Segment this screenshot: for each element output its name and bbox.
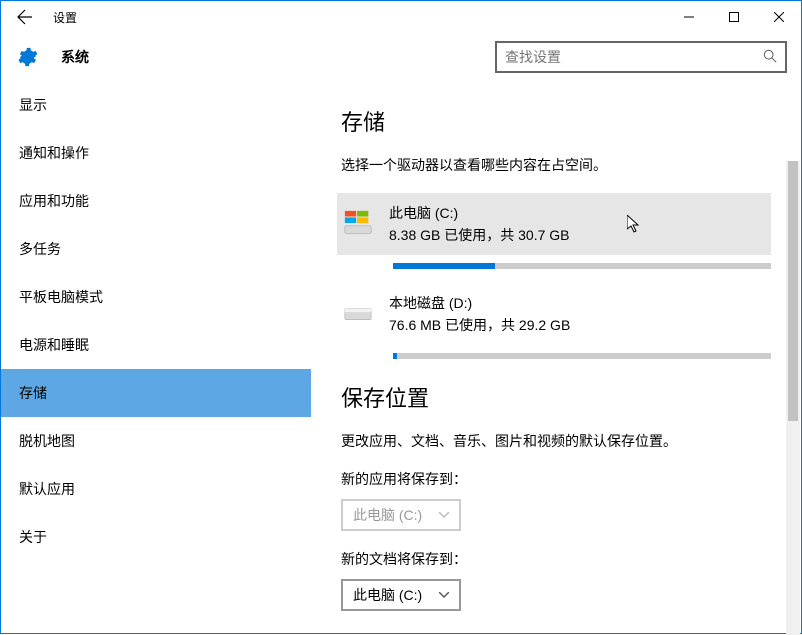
doc-save-dropdown[interactable]: 此电脑 (C:) (341, 579, 461, 611)
scrollbar-thumb[interactable] (788, 161, 798, 421)
drive-item-c[interactable]: 此电脑 (C:) 8.38 GB 已使用，共 30.7 GB (337, 193, 771, 255)
search-icon (763, 49, 777, 66)
storage-description: 选择一个驱动器以查看哪些内容在占空间。 (341, 155, 771, 175)
windows-drive-icon (341, 207, 375, 241)
scrollbar[interactable] (786, 161, 800, 635)
header: 系统 (1, 33, 801, 81)
save-location-description: 更改应用、文档、音乐、图片和视频的默认保存位置。 (341, 431, 771, 451)
sidebar-item[interactable]: 平板电脑模式 (1, 273, 311, 321)
back-button[interactable] (9, 1, 41, 33)
dropdown-value: 此电脑 (C:) (353, 585, 422, 605)
maximize-button[interactable] (711, 1, 756, 33)
sidebar-item[interactable]: 存储 (1, 369, 311, 417)
gear-icon (15, 45, 39, 69)
sidebar-item[interactable]: 脱机地图 (1, 417, 311, 465)
close-button[interactable] (756, 1, 801, 33)
app-save-label: 新的应用将保存到： (341, 469, 771, 489)
window-controls (666, 1, 801, 33)
drive-c-bar (393, 263, 771, 269)
sidebar-item[interactable]: 应用和功能 (1, 177, 311, 225)
save-location-heading: 保存位置 (341, 381, 771, 413)
section-title: 系统 (61, 47, 89, 67)
storage-heading: 存储 (341, 105, 771, 137)
window-title: 设置 (53, 9, 77, 26)
minimize-button[interactable] (666, 1, 711, 33)
dropdown-value: 此电脑 (C:) (353, 505, 422, 525)
content-pane: 存储 选择一个驱动器以查看哪些内容在占空间。 此电脑 (C:) 8.38 GB … (311, 81, 801, 635)
sidebar-item[interactable]: 电源和睡眠 (1, 321, 311, 369)
sidebar-item[interactable]: 通知和操作 (1, 129, 311, 177)
drive-d-bar (393, 353, 771, 359)
sidebar-item[interactable]: 多任务 (1, 225, 311, 273)
search-box[interactable] (495, 41, 787, 73)
search-input[interactable] (505, 49, 763, 65)
sidebar-item[interactable]: 默认应用 (1, 465, 311, 513)
doc-save-label: 新的文档将保存到： (341, 549, 771, 569)
drive-usage: 8.38 GB 已使用，共 30.7 GB (389, 225, 771, 245)
drive-icon (341, 297, 375, 331)
app-save-dropdown[interactable]: 此电脑 (C:) (341, 499, 461, 531)
drive-name: 此电脑 (C:) (389, 203, 771, 223)
chevron-down-icon (427, 510, 449, 521)
drive-name: 本地磁盘 (D:) (389, 293, 771, 313)
drive-item-d[interactable]: 本地磁盘 (D:) 76.6 MB 已使用，共 29.2 GB (337, 283, 771, 345)
chevron-down-icon (427, 590, 449, 601)
drive-usage: 76.6 MB 已使用，共 29.2 GB (389, 315, 771, 335)
titlebar: 设置 (1, 1, 801, 33)
sidebar-item[interactable]: 显示 (1, 81, 311, 129)
sidebar: 显示通知和操作应用和功能多任务平板电脑模式电源和睡眠存储脱机地图默认应用关于 (1, 81, 311, 635)
sidebar-item[interactable]: 关于 (1, 513, 311, 561)
